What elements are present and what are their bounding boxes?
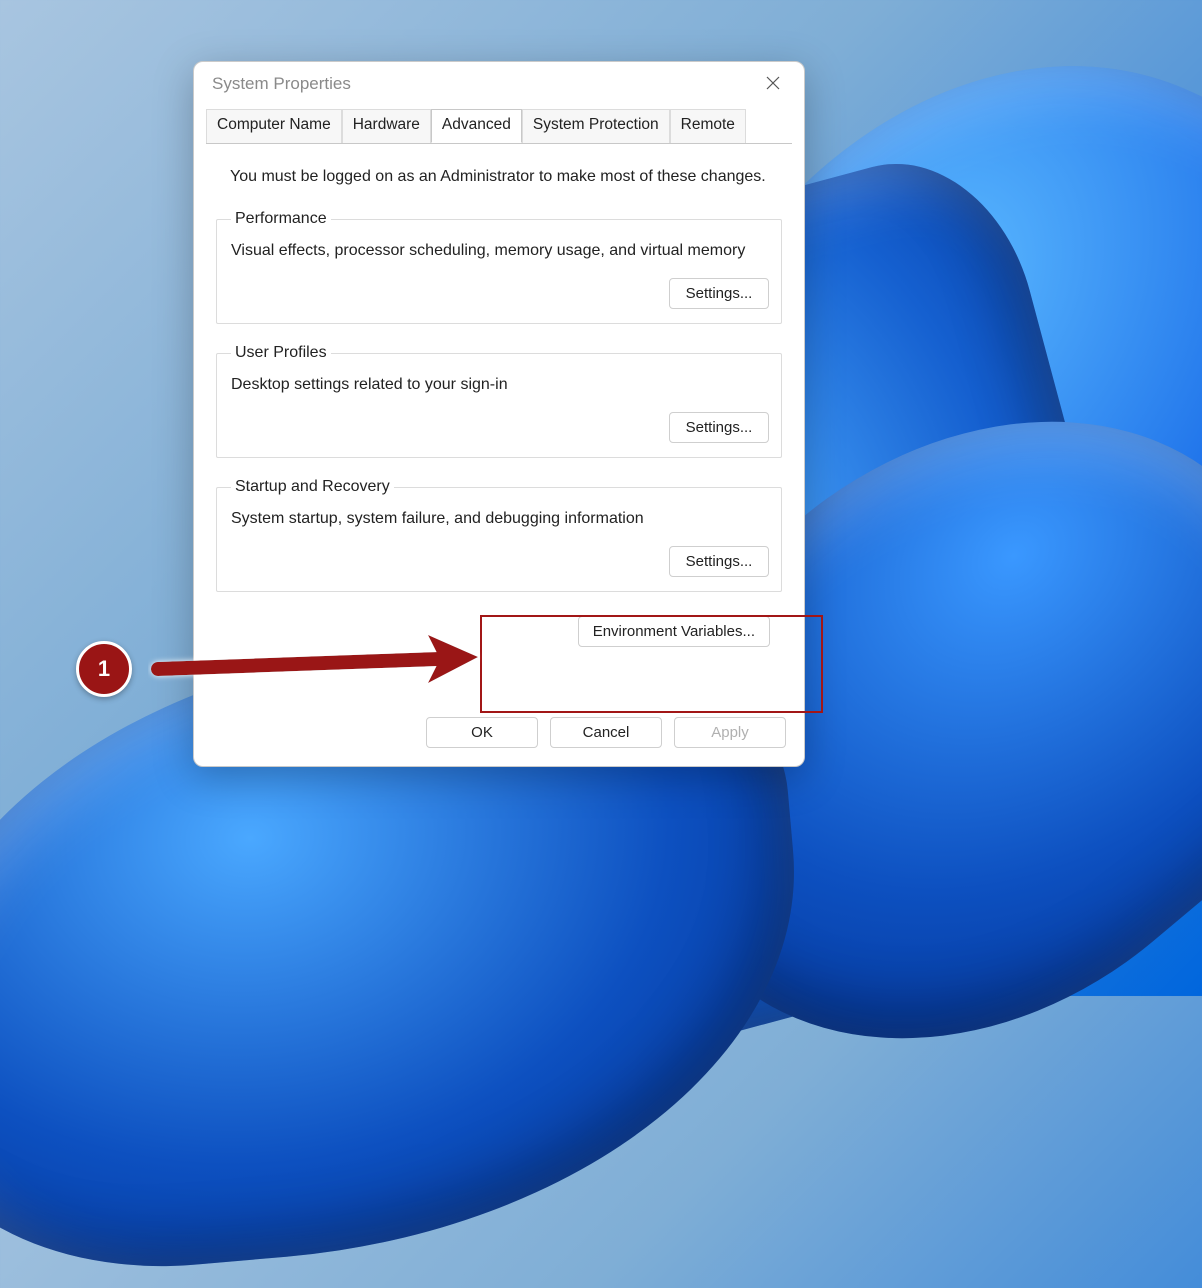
apply-button[interactable]: Apply <box>674 717 786 748</box>
close-icon[interactable] <box>756 70 790 99</box>
performance-legend: Performance <box>231 210 331 228</box>
startup-legend: Startup and Recovery <box>231 478 394 496</box>
startup-settings-button[interactable]: Settings... <box>669 546 769 577</box>
group-performance: Performance Visual effects, processor sc… <box>216 210 782 324</box>
cancel-button[interactable]: Cancel <box>550 717 662 748</box>
admin-note: You must be logged on as an Administrato… <box>206 150 792 204</box>
tab-remote[interactable]: Remote <box>670 109 746 143</box>
group-startup-recovery: Startup and Recovery System startup, sys… <box>216 478 782 592</box>
tab-panel-advanced: You must be logged on as an Administrato… <box>206 143 792 697</box>
window-title: System Properties <box>212 74 351 94</box>
user-profiles-settings-button[interactable]: Settings... <box>669 412 769 443</box>
tab-advanced[interactable]: Advanced <box>431 109 522 143</box>
group-user-profiles: User Profiles Desktop settings related t… <box>216 344 782 458</box>
tab-system-protection[interactable]: System Protection <box>522 109 670 143</box>
tab-hardware[interactable]: Hardware <box>342 109 431 143</box>
performance-desc: Visual effects, processor scheduling, me… <box>229 238 769 278</box>
ok-button[interactable]: OK <box>426 717 538 748</box>
user-profiles-desc: Desktop settings related to your sign-in <box>229 372 769 412</box>
performance-settings-button[interactable]: Settings... <box>669 278 769 309</box>
titlebar: System Properties <box>194 62 804 106</box>
tab-strip: Computer Name Hardware Advanced System P… <box>194 108 804 143</box>
user-profiles-legend: User Profiles <box>231 344 331 362</box>
dialog-button-row: OK Cancel Apply <box>194 707 804 766</box>
tab-computer-name[interactable]: Computer Name <box>206 109 342 143</box>
annotation-highlight-box <box>480 615 823 713</box>
startup-desc: System startup, system failure, and debu… <box>229 506 769 546</box>
